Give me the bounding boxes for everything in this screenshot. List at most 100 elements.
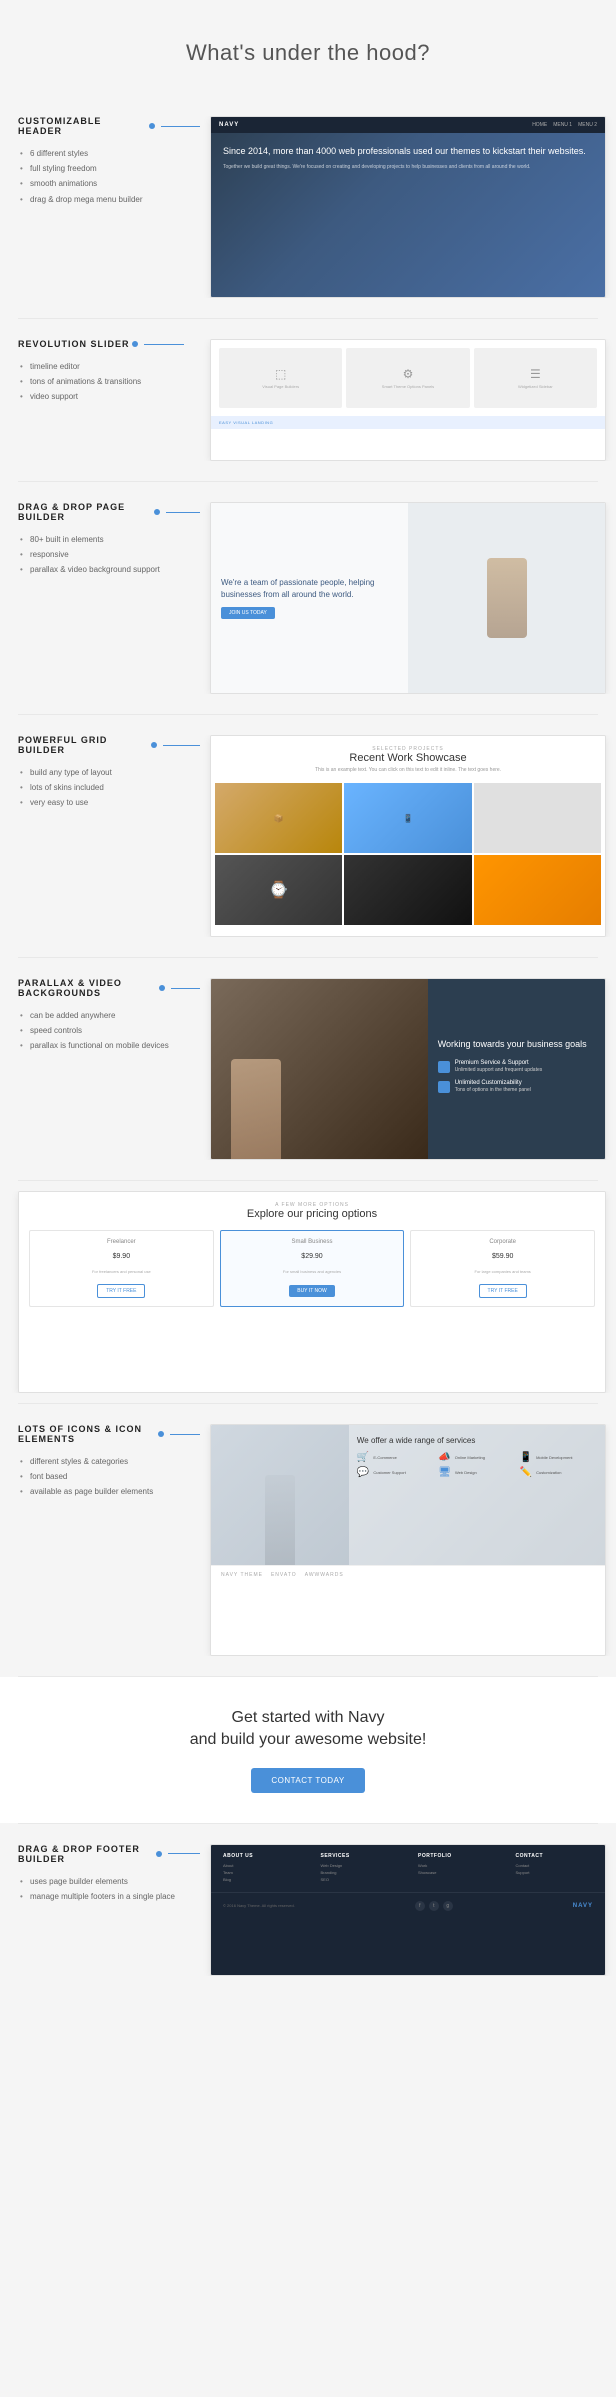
grid-item-3: [474, 783, 601, 853]
feature-left-builder: DRAG & DROP PAGE BUILDER 80+ built in el…: [0, 502, 200, 578]
plan-name: Small Business: [227, 1239, 398, 1245]
feature-left-slider: REVOLUTION SLIDER timeline editor tons o…: [0, 339, 200, 405]
parallax-headline: Working towards your business goals: [438, 1038, 595, 1051]
footer-col-portfolio: PORTFOLIO Work Showcase: [418, 1853, 496, 1884]
person-illustration: [487, 558, 527, 638]
plan-btn[interactable]: TRY IT FREE: [479, 1284, 527, 1298]
footer-link: Branding: [321, 1870, 399, 1875]
list-item: manage multiple footers in a single plac…: [18, 1889, 200, 1904]
feature-preview-footer: ABOUT US About Team Blog SERVICES Web De…: [200, 1844, 616, 1976]
footer-copyright: © 2016 Navy Theme. All rights reserved.: [223, 1903, 295, 1908]
preview-grid-box: SELECTED PROJECTS Recent Work Showcase T…: [210, 735, 606, 937]
feature-list-parallax: can be added anywhere speed controls par…: [18, 1008, 200, 1054]
feature-left-grid: POWERFUL GRID BUILDER build any type of …: [0, 735, 200, 811]
plan-price: $29.90: [227, 1249, 398, 1265]
connector-dot: [159, 985, 165, 991]
plan-price: $59.90: [417, 1249, 588, 1265]
service-item-2: 📣 Online Marketing: [438, 1452, 515, 1463]
footer-link: Web Design: [321, 1863, 399, 1868]
slider-card-label: Widgetized Sidebar: [518, 384, 553, 389]
section-pricing: A FEW MORE OPTIONS Explore our pricing o…: [0, 1181, 616, 1403]
support-icon: 💬: [357, 1467, 369, 1478]
list-item: available as page builder elements: [18, 1484, 200, 1499]
services-grid: 🛒 E-Commerce 📣 Online Marketing 📱 Mobil: [357, 1452, 597, 1478]
section-customizable-header: CUSTOMIZABLE HEADER 6 different styles f…: [0, 96, 616, 318]
cta-section: Get started with Navyand build your awes…: [0, 1677, 616, 1823]
feature-icon: [438, 1061, 450, 1073]
footer-link: Support: [516, 1870, 594, 1875]
plan-name: Corporate: [417, 1239, 588, 1245]
facebook-icon[interactable]: f: [415, 1901, 425, 1911]
connector-dot: [158, 1431, 164, 1437]
feature-list-slider: timeline editor tons of animations & tra…: [18, 359, 200, 405]
feature-title-builder: DRAG & DROP PAGE BUILDER: [18, 502, 200, 522]
feature-list-header: 6 different styles full styling freedom …: [18, 146, 200, 207]
cta-button[interactable]: CONTACT TODAY: [251, 1768, 364, 1793]
connector-dot: [151, 742, 157, 748]
preview-builder-box: We're a team of passionate people, helpi…: [210, 502, 606, 694]
page-wrapper: What's under the hood? CUSTOMIZABLE HEAD…: [0, 0, 616, 1996]
icons-hero: We offer a wide range of services 🛒 E-Co…: [211, 1425, 605, 1565]
list-item: very easy to use: [18, 795, 200, 810]
cta-title: Get started with Navyand build your awes…: [20, 1707, 596, 1752]
preview-footer-content: ABOUT US About Team Blog SERVICES Web De…: [211, 1845, 605, 1975]
preview-hero: Since 2014, more than 4000 web professio…: [211, 133, 605, 183]
slider-cards: ⬚ Visual Page Builders ⚙ Smart Theme Opt…: [211, 340, 605, 416]
parallax-feature-1: Premium Service & Support Unlimited supp…: [438, 1060, 595, 1074]
footer-link: Team: [223, 1870, 301, 1875]
builder-cta-btn[interactable]: JOIN US TODAY: [221, 607, 275, 619]
list-item: timeline editor: [18, 359, 200, 374]
preview-icons-box: We offer a wide range of services 🛒 E-Co…: [210, 1424, 606, 1656]
pricing-card-corporate: Corporate $59.90 For large companies and…: [410, 1230, 595, 1307]
plan-btn[interactable]: TRY IT FREE: [97, 1284, 145, 1298]
slider-card-1: ⬚ Visual Page Builders: [219, 348, 342, 408]
feature-list-grid: build any type of layout lots of skins i…: [18, 765, 200, 811]
section-footer-builder: DRAG & DROP FOOTER BUILDER uses page bui…: [0, 1824, 616, 1996]
builder-image-col: [408, 503, 605, 693]
grid-header: SELECTED PROJECTS Recent Work Showcase T…: [211, 736, 605, 779]
section-icons: LOTS OF ICONS & ICON ELEMENTS different …: [0, 1404, 616, 1676]
slider-card-label: Smart Theme Options Panels: [382, 384, 434, 389]
pricing-title: Explore our pricing options: [29, 1208, 595, 1220]
list-item: can be added anywhere: [18, 1008, 200, 1023]
list-item: full styling freedom: [18, 161, 200, 176]
slider-bottom-label: EASY VISUAL LANDING: [211, 416, 605, 429]
pricing-card-freelancer: Freelancer $9.90 For freelancers and per…: [29, 1230, 214, 1307]
footer-link: SEO: [321, 1877, 399, 1882]
footer-nav: ABOUT US About Team Blog SERVICES Web De…: [211, 1845, 605, 1893]
web-design-icon: 🖥: [438, 1467, 451, 1478]
builder-headline: We're a team of passionate people, helpi…: [221, 577, 398, 601]
service-item-1: 🛒 E-Commerce: [357, 1452, 434, 1463]
icons-services-col: We offer a wide range of services 🛒 E-Co…: [349, 1425, 605, 1565]
list-item: speed controls: [18, 1023, 200, 1038]
feature-preview-parallax: Working towards your business goals Prem…: [200, 978, 616, 1160]
page-title: What's under the hood?: [0, 0, 616, 96]
list-item: tons of animations & transitions: [18, 374, 200, 389]
twitter-icon[interactable]: t: [429, 1901, 439, 1911]
preview-footer-box: ABOUT US About Team Blog SERVICES Web De…: [210, 1844, 606, 1976]
parallax-feature-2: Unlimited Customizability Tons of option…: [438, 1080, 595, 1094]
plan-desc: For freelancers and personal use: [36, 1269, 207, 1275]
plan-desc: For small business and agencies: [227, 1269, 398, 1275]
preview-pricing-box: A FEW MORE OPTIONS Explore our pricing o…: [18, 1191, 606, 1393]
list-item: parallax & video background support: [18, 562, 200, 577]
footer-col-services: SERVICES Web Design Branding SEO: [321, 1853, 399, 1884]
grid-item-2: 📱: [344, 783, 471, 853]
connector-dot: [156, 1851, 162, 1857]
feature-title-parallax: PARALLAX & VIDEO BACKGROUNDS: [18, 978, 200, 998]
list-item: drag & drop mega menu builder: [18, 192, 200, 207]
page-builder-icon: ⬚: [275, 367, 286, 381]
list-item: uses page builder elements: [18, 1874, 200, 1889]
googleplus-icon[interactable]: g: [443, 1901, 453, 1911]
section-page-builder: DRAG & DROP PAGE BUILDER 80+ built in el…: [0, 482, 616, 714]
parallax-person: [231, 1059, 281, 1159]
grid-title: Recent Work Showcase: [223, 752, 593, 764]
service-item-5: 🖥 Web Design: [438, 1467, 515, 1478]
footer-col-title: PORTFOLIO: [418, 1853, 496, 1859]
hero-heading: Since 2014, more than 4000 web professio…: [223, 145, 593, 158]
plan-btn[interactable]: BUY IT NOW: [289, 1285, 335, 1297]
feature-title-header: CUSTOMIZABLE HEADER: [18, 116, 200, 136]
slider-card-label: Visual Page Builders: [262, 384, 299, 389]
feature-list-builder: 80+ built in elements responsive paralla…: [18, 532, 200, 578]
parallax-text-col: Working towards your business goals Prem…: [428, 979, 605, 1159]
